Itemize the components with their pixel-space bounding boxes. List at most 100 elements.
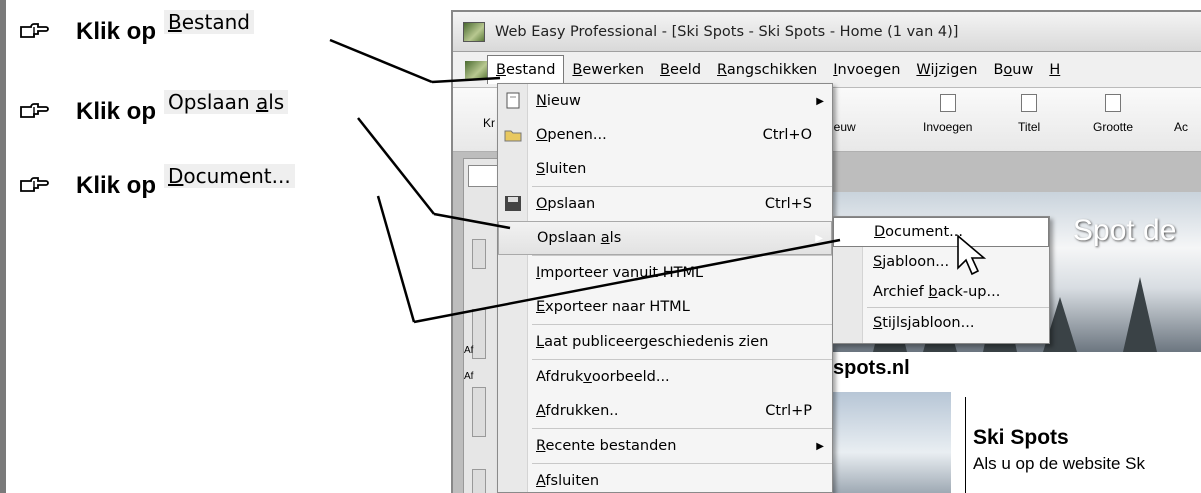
menu-item-label: Opslaan xyxy=(536,196,596,212)
toolbar-invoegen-button[interactable]: Invoegen xyxy=(923,94,972,134)
open-folder-icon xyxy=(504,126,522,143)
side-panel-label: Af xyxy=(464,371,474,382)
submenu-item-document[interactable]: Document... xyxy=(833,217,1049,247)
save-disk-icon xyxy=(504,195,522,212)
instruction-target-document: Document... xyxy=(164,164,295,188)
instruction-prefix: Klik op xyxy=(76,18,157,45)
instruction-target-rest: estand xyxy=(181,10,250,34)
toolbar-ac-button[interactable]: Ac xyxy=(1173,94,1189,134)
submenu-item-label: Archief back-up... xyxy=(873,284,1001,300)
insert-icon xyxy=(939,94,956,112)
menu-bouw[interactable]: Bouw xyxy=(985,56,1041,84)
banner-heading: Spot de xyxy=(1073,214,1177,247)
menu-item-openen[interactable]: Openen... Ctrl+O xyxy=(498,118,832,152)
menu-wijzigen[interactable]: Wijzigen xyxy=(908,56,985,84)
submenu-arrow-icon: ▶ xyxy=(816,95,824,107)
side-panel-slot[interactable] xyxy=(472,309,486,359)
pointing-hand-icon xyxy=(14,102,54,122)
banner-tree xyxy=(1123,277,1157,352)
side-panel-slot[interactable] xyxy=(472,239,486,269)
instruction-prefix: Klik op xyxy=(76,172,157,199)
submenu-item-sjabloon[interactable]: Sjabloon... xyxy=(833,247,1049,277)
instruction-step-2: Klik op Opslaan als xyxy=(6,90,289,126)
menu-item-afdrukvoorbeeld[interactable]: Afdrukvoorbeeld... xyxy=(498,360,832,394)
menu-item-opslaan-als[interactable]: Opslaan als ▶ xyxy=(498,221,832,255)
app-logo-icon xyxy=(463,21,485,42)
submenu-arrow-icon: ▶ xyxy=(815,232,823,244)
toolbar-button-label: ieuw xyxy=(831,120,856,134)
toolbar-button-label: Titel xyxy=(1018,120,1041,134)
submenu-arrow-icon: ▶ xyxy=(816,440,824,452)
side-panel-label: Af xyxy=(464,345,474,356)
pointing-hand-icon xyxy=(14,22,54,42)
menu-item-afdrukken[interactable]: Afdrukken.. Ctrl+P xyxy=(498,394,832,428)
menu-beeld[interactable]: Beeld xyxy=(652,56,709,84)
menu-rangschikken[interactable]: Rangschikken xyxy=(709,56,825,84)
submenu-item-archief-backup[interactable]: Archief back-up... xyxy=(833,277,1049,307)
menu-item-label: Nieuw xyxy=(536,93,581,109)
side-panel-slot[interactable] xyxy=(472,387,486,437)
menu-item-label: Afsluiten xyxy=(536,473,600,489)
menu-item-label: Afdrukvoorbeeld... xyxy=(536,369,670,385)
toolbar-grootte-button[interactable]: Grootte xyxy=(1093,94,1133,134)
menu-bestand[interactable]: Bestand xyxy=(487,55,565,84)
instruction-target-opslaan-als: Opslaan als xyxy=(164,90,289,114)
instruction-target-first-letter: D xyxy=(168,164,184,188)
menu-item-afsluiten[interactable]: Afsluiten xyxy=(498,464,832,493)
mountain-photo xyxy=(833,392,951,493)
menu-item-label: Opslaan als xyxy=(537,230,622,246)
menu-item-label: Openen... xyxy=(536,127,607,143)
instruction-target-underlined-letter: a xyxy=(255,90,269,114)
content-heading: Ski Spots xyxy=(973,426,1069,449)
toolbar-button-label: Invoegen xyxy=(923,120,973,134)
menu-item-label: Importeer vanuit HTML xyxy=(536,265,704,281)
toolbar-left-label[interactable]: Kr xyxy=(483,116,495,130)
submenu-item-label: Document... xyxy=(874,224,963,240)
document-icon[interactable] xyxy=(465,60,487,79)
menu-item-label: Recente bestanden xyxy=(536,438,677,454)
menu-invoegen[interactable]: Invoegen xyxy=(825,56,908,84)
menu-item-importeer[interactable]: Importeer vanuit HTML xyxy=(498,256,832,290)
new-page-icon xyxy=(835,94,851,112)
menu-item-label: Exporteer naar HTML xyxy=(536,299,690,315)
menu-item-opslaan[interactable]: Opslaan Ctrl+S xyxy=(498,187,832,221)
menu-bewerken[interactable]: Bewerken xyxy=(564,56,652,84)
menu-item-sluiten[interactable]: Sluiten xyxy=(498,152,832,186)
title-icon xyxy=(1021,94,1038,112)
site-url: spots.nl xyxy=(833,357,910,379)
toolbar-titel-button[interactable]: Titel xyxy=(1018,94,1040,134)
menu-item-label: Sluiten xyxy=(536,161,587,177)
menu-item-label: Afdrukken.. xyxy=(536,403,619,419)
menu-help[interactable]: H xyxy=(1041,56,1068,84)
side-panel-slot[interactable] xyxy=(472,469,486,493)
instruction-target-bestand: Bestand xyxy=(164,10,254,34)
window-title: Web Easy Professional - [Ski Spots - Ski… xyxy=(495,23,959,40)
resize-icon xyxy=(1105,94,1122,112)
title-bar: Web Easy Professional - [Ski Spots - Ski… xyxy=(453,12,1201,52)
instruction-panel: Klik op Bestand Klik op Opslaan als Klik… xyxy=(0,0,440,493)
toolbar-button-label: Ac xyxy=(1173,120,1188,134)
menu-item-exporteer[interactable]: Exporteer naar HTML xyxy=(498,290,832,324)
submenu-item-label: Sjabloon... xyxy=(873,254,950,270)
menu-item-label: Laat publiceergeschiedenis zien xyxy=(536,334,769,350)
submenu-item-stijlsjabloon[interactable]: Stijlsjabloon... xyxy=(833,308,1049,338)
instruction-target-part: ls xyxy=(268,90,285,114)
submenu-item-label: Stijlsjabloon... xyxy=(873,315,975,331)
instruction-step-3: Klik op Document... xyxy=(6,164,295,200)
menu-item-nieuw[interactable]: Nieuw ▶ xyxy=(498,84,832,118)
instruction-target-first-letter: B xyxy=(168,10,182,34)
mouse-cursor-icon xyxy=(957,234,987,276)
menu-item-shortcut: Ctrl+S xyxy=(764,196,812,212)
save-as-submenu: Document... Sjabloon... Archief back-up.… xyxy=(832,216,1050,344)
instruction-target-part: Opslaan xyxy=(168,90,256,114)
menu-item-shortcut: Ctrl+O xyxy=(762,127,812,143)
instruction-step-1: Klik op Bestand xyxy=(6,10,254,46)
content-divider xyxy=(965,397,966,493)
menu-item-publiceergeschiedenis[interactable]: Laat publiceergeschiedenis zien xyxy=(498,325,832,359)
pointing-hand-icon xyxy=(14,176,54,196)
toolbar-button-label: Grootte xyxy=(1093,120,1134,134)
action-icon xyxy=(1173,94,1189,112)
instruction-prefix: Klik op xyxy=(76,98,157,125)
menu-item-recente-bestanden[interactable]: Recente bestanden ▶ xyxy=(498,429,832,463)
toolbar-nieuw-button[interactable]: ieuw xyxy=(831,94,856,134)
